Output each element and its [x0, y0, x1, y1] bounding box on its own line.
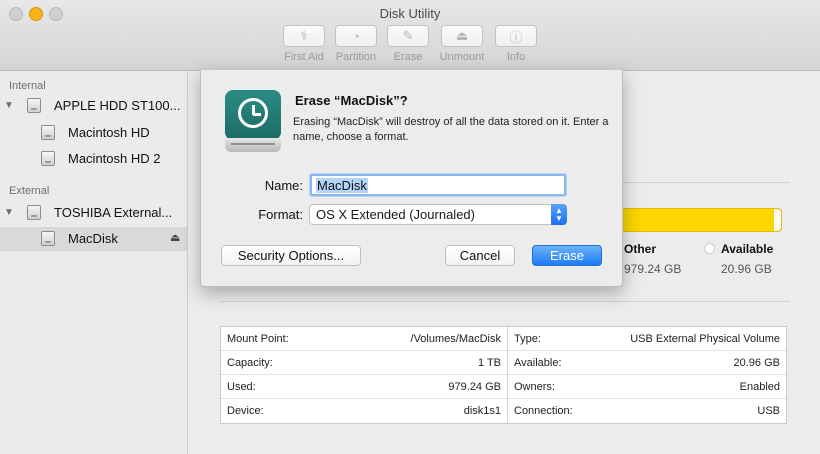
info-label: Used: — [227, 381, 256, 393]
info-label: Device: — [227, 405, 264, 417]
sidebar-item-macintosh-hd-2[interactable]: Macintosh HD 2 — [0, 147, 187, 171]
toolbar-unmount[interactable]: ⏏ Unmount — [434, 25, 490, 63]
info-label: Owners: — [514, 381, 555, 393]
info-row-connection: Connection: USB — [508, 399, 786, 423]
info-row-owners: Owners: Enabled — [508, 375, 786, 399]
toolbar-erase[interactable]: ✎ Erase — [380, 25, 436, 63]
sheet-message: Erasing “MacDisk” will destroy of all th… — [293, 116, 609, 143]
security-options-button[interactable]: Security Options... — [221, 245, 361, 266]
other-value: 979.24 GB — [624, 262, 682, 276]
chevron-up-down-icon: ▲ ▼ — [551, 204, 567, 225]
toolbar-partition[interactable]: ◔ Partition — [328, 25, 384, 63]
info-label: Info — [506, 51, 526, 63]
sidebar-item-label: TOSHIBA External... — [54, 205, 173, 220]
info-value: disk1s1 — [463, 405, 501, 417]
info-row-available: Available: 20.96 GB — [508, 351, 786, 375]
format-select-value: OS X Extended (Journaled) — [316, 207, 475, 222]
erase-sheet: Erase “MacDisk”? Erasing “MacDisk” will … — [200, 70, 623, 287]
sidebar-item-label: MacDisk — [68, 231, 118, 246]
info-value: 979.24 GB — [448, 381, 501, 393]
other-label: Other — [624, 242, 657, 256]
volume-icon — [41, 151, 55, 166]
format-select[interactable]: OS X Extended (Journaled) ▲ ▼ — [309, 204, 567, 225]
available-label: Available — [721, 242, 774, 256]
available-swatch — [704, 243, 715, 254]
info-row-type: Type: USB External Physical Volume — [508, 327, 786, 351]
stethoscope-icon: ⚕ — [300, 28, 308, 43]
toolbar-info[interactable]: ⓘ Info — [488, 25, 544, 63]
unmount-label: Unmount — [439, 51, 485, 63]
name-input-value: MacDisk — [316, 178, 368, 193]
sidebar-item-toshiba[interactable]: ▼ TOSHIBA External... — [0, 201, 187, 225]
time-machine-drive-icon — [225, 90, 281, 154]
sidebar-item-label: Macintosh HD — [68, 125, 150, 140]
external-disk-icon — [27, 205, 41, 220]
info-value: Enabled — [739, 381, 780, 393]
volume-icon — [41, 231, 55, 246]
sidebar-heading-internal: Internal — [9, 80, 46, 92]
volume-info-table: Mount Point: /Volumes/MacDisk Capacity: … — [220, 326, 787, 424]
info-label: Available: — [514, 357, 562, 369]
first-aid-label: First Aid — [284, 51, 324, 63]
disclosure-triangle-icon[interactable]: ▼ — [4, 100, 14, 111]
sidebar-item-macintosh-hd[interactable]: Macintosh HD — [0, 121, 187, 145]
info-button[interactable]: ⓘ — [495, 25, 537, 47]
info-value: USB External Physical Volume — [630, 333, 780, 345]
sheet-title: Erase “MacDisk”? — [295, 93, 408, 108]
info-row-device: Device: disk1s1 — [221, 399, 507, 423]
info-row-used: Used: 979.24 GB — [221, 375, 507, 399]
title-bar: Disk Utility ⚕ First Aid ◔ Partition ✎ E… — [0, 0, 820, 71]
first-aid-button[interactable]: ⚕ — [283, 25, 325, 47]
format-field-label: Format: — [258, 207, 303, 222]
sidebar: Internal ▼ APPLE HDD ST100... Macintosh … — [0, 71, 188, 454]
eject-icon[interactable]: ⏏ — [170, 231, 180, 244]
sidebar-item-label: APPLE HDD ST100... — [54, 98, 181, 113]
disclosure-triangle-icon[interactable]: ▼ — [4, 207, 14, 218]
volume-icon — [41, 125, 55, 140]
partition-label: Partition — [335, 51, 377, 63]
eraser-icon: ✎ — [402, 28, 414, 43]
pie-chart-icon: ◔ — [352, 28, 360, 44]
erase-toolbar-button[interactable]: ✎ — [387, 25, 429, 47]
hard-disk-icon — [27, 98, 41, 113]
divider — [220, 301, 790, 302]
unmount-icon: ⏏ — [455, 28, 469, 43]
info-value: 1 TB — [477, 357, 501, 369]
erase-button[interactable]: Erase — [532, 245, 602, 266]
info-label: Capacity: — [227, 357, 273, 369]
divider — [620, 182, 790, 183]
info-value: 20.96 GB — [733, 357, 780, 369]
info-label: Connection: — [514, 405, 573, 417]
info-row-capacity: Capacity: 1 TB — [221, 351, 507, 375]
erase-label: Erase — [393, 51, 423, 63]
available-value: 20.96 GB — [721, 262, 772, 276]
info-label: Mount Point: — [227, 333, 289, 345]
sidebar-item-macdisk[interactable]: MacDisk ⏏ — [0, 227, 187, 251]
name-input[interactable]: MacDisk — [310, 174, 566, 196]
sidebar-item-label: Macintosh HD 2 — [68, 151, 161, 166]
unmount-button[interactable]: ⏏ — [441, 25, 483, 47]
info-row-mount-point: Mount Point: /Volumes/MacDisk — [221, 327, 507, 351]
sidebar-item-apple-hdd[interactable]: ▼ APPLE HDD ST100... — [0, 94, 187, 118]
info-label: Type: — [514, 333, 541, 345]
window-title: Disk Utility — [379, 6, 441, 21]
partition-button[interactable]: ◔ — [335, 25, 377, 47]
toolbar-first-aid[interactable]: ⚕ First Aid — [276, 25, 332, 63]
cancel-button[interactable]: Cancel — [445, 245, 515, 266]
usage-bar — [620, 208, 782, 232]
info-icon: ⓘ — [509, 29, 523, 45]
sidebar-heading-external: External — [9, 185, 50, 197]
name-field-label: Name: — [264, 178, 303, 193]
info-value: /Volumes/MacDisk — [410, 333, 501, 345]
info-value: USB — [757, 405, 780, 417]
